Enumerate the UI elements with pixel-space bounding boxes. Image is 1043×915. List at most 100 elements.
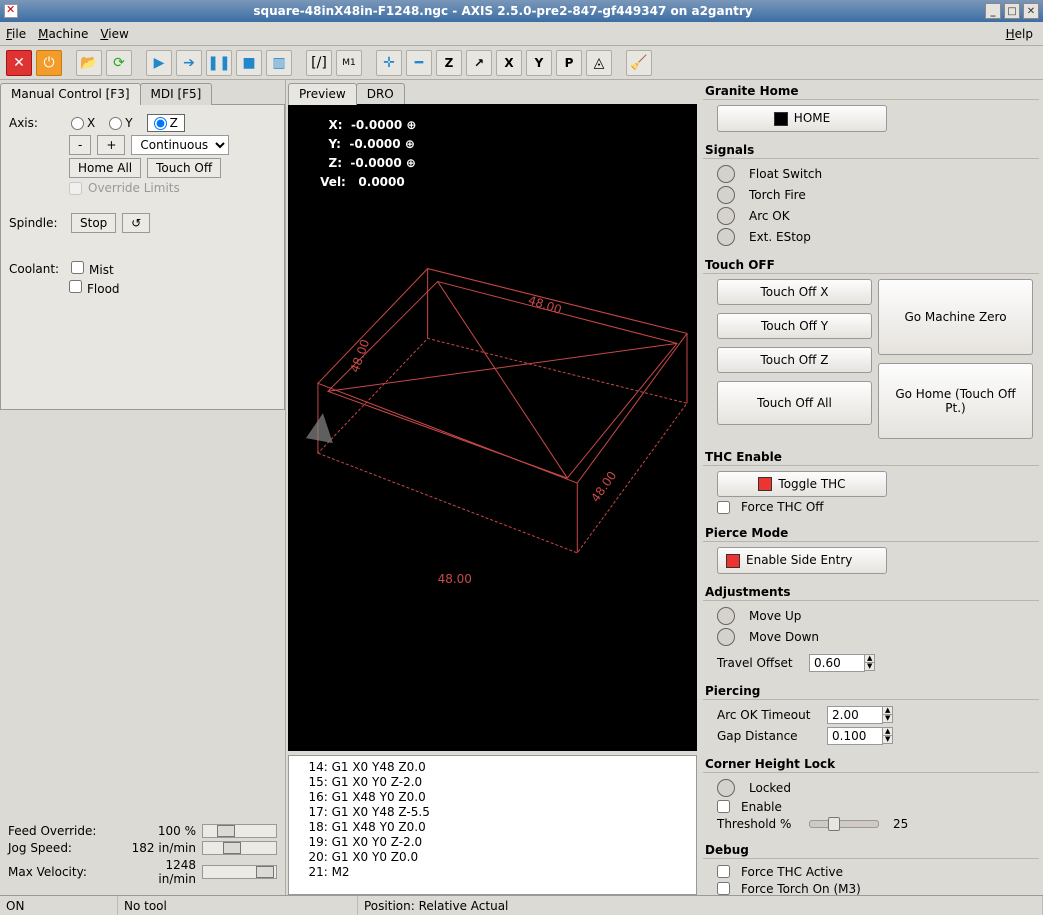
granite-title: Granite Home xyxy=(703,82,1039,100)
arc-timeout[interactable] xyxy=(827,706,883,724)
view-y-button[interactable]: Y xyxy=(526,50,552,76)
debug-title: Debug xyxy=(703,841,1039,859)
override-limits xyxy=(69,182,82,195)
zoom-in-button[interactable]: ✛ xyxy=(376,50,402,76)
mist-check[interactable]: Mist xyxy=(71,261,114,277)
status-pos: Position: Relative Actual xyxy=(358,896,1043,915)
axis-x-radio[interactable]: X xyxy=(71,116,95,130)
maximize-button[interactable]: □ xyxy=(1004,3,1020,19)
jog-plus[interactable]: + xyxy=(97,135,125,155)
view-z-button[interactable]: Z xyxy=(436,50,462,76)
view-z2-button[interactable]: ↗ xyxy=(466,50,492,76)
adjust-title: Adjustments xyxy=(703,583,1039,601)
thc-title: THC Enable xyxy=(703,448,1039,466)
menu-machine[interactable]: Machine xyxy=(38,27,88,41)
block-delete-button[interactable]: [/] xyxy=(306,50,332,76)
axis-label: Axis: xyxy=(9,116,65,130)
threshold-slider[interactable] xyxy=(809,820,879,828)
go-machine-zero[interactable]: Go Machine Zero xyxy=(878,279,1033,355)
axis-y-radio[interactable]: Y xyxy=(109,116,132,130)
touchoff-x[interactable]: Touch Off X xyxy=(717,279,872,305)
menubar: File Machine View Help xyxy=(0,22,1043,46)
tab-preview[interactable]: Preview xyxy=(288,83,357,105)
step-button[interactable]: ➔ xyxy=(176,50,202,76)
zoom-out-button[interactable]: ━ xyxy=(406,50,432,76)
preview-canvas[interactable]: 48.00 48.00 48.00 48.00 X: -0.0000 ⊕ Y: … xyxy=(288,104,697,751)
tab-manual[interactable]: Manual Control [F3] xyxy=(0,83,141,105)
maxv-slider[interactable] xyxy=(202,865,277,879)
stop-button[interactable]: ■ xyxy=(236,50,262,76)
force-thc-off[interactable]: Force THC Off xyxy=(717,500,1033,514)
pierce-title: Pierce Mode xyxy=(703,524,1039,542)
gcode-listing[interactable]: 14: G1 X0 Y48 Z0.0 15: G1 X0 Y0 Z-2.0 16… xyxy=(288,755,697,895)
opt-stop-button[interactable]: M1 xyxy=(336,50,362,76)
jog-slider[interactable] xyxy=(202,841,277,855)
toggle-thc[interactable]: Toggle THC xyxy=(717,471,887,498)
go-home[interactable]: Go Home (Touch Off Pt.) xyxy=(878,363,1033,439)
tab-mdi[interactable]: MDI [F5] xyxy=(140,83,213,105)
tab-dro[interactable]: DRO xyxy=(356,83,405,105)
gap-distance[interactable] xyxy=(827,727,883,745)
estop-led xyxy=(717,228,735,246)
feed-label: Feed Override: xyxy=(8,824,126,838)
piercing-title: Piercing xyxy=(703,682,1039,700)
status-tool: No tool xyxy=(118,896,358,915)
home-all[interactable]: Home All xyxy=(69,158,141,178)
corner-enable[interactable]: Enable xyxy=(717,800,1033,814)
status-on: ON xyxy=(0,896,118,915)
menu-view[interactable]: View xyxy=(100,27,128,41)
force-torch-on[interactable]: Force Torch On (M3) xyxy=(717,882,1033,896)
float-led xyxy=(717,165,735,183)
power-button[interactable]: ⏻ xyxy=(36,50,62,76)
flood-check[interactable]: Flood xyxy=(69,280,120,296)
jog-minus[interactable]: - xyxy=(69,135,91,155)
run-button[interactable]: ▶ xyxy=(146,50,172,76)
signals-title: Signals xyxy=(703,141,1039,159)
spindle-stop[interactable]: Stop xyxy=(71,213,116,233)
touchoff-title: Touch OFF xyxy=(703,256,1039,274)
reload-button[interactable]: ⟳ xyxy=(106,50,132,76)
feed-slider[interactable] xyxy=(202,824,277,838)
jog-label: Jog Speed: xyxy=(8,841,126,855)
minimize-button[interactable]: _ xyxy=(985,3,1001,19)
coolant-label: Coolant: xyxy=(9,262,65,276)
svg-text:48.00: 48.00 xyxy=(588,469,619,505)
statusbar: ON No tool Position: Relative Actual xyxy=(0,895,1043,915)
svg-text:48.00: 48.00 xyxy=(438,572,472,586)
maxv-label: Max Velocity: xyxy=(8,865,126,879)
arcok-led xyxy=(717,207,735,225)
menu-file[interactable]: File xyxy=(6,27,26,41)
touchoff-y[interactable]: Touch Off Y xyxy=(717,313,872,339)
travel-offset[interactable] xyxy=(809,654,865,672)
svg-text:48.00: 48.00 xyxy=(526,293,563,317)
movedown-led xyxy=(717,628,735,646)
clear-plot-button[interactable]: 🧹 xyxy=(626,50,652,76)
estop-button[interactable]: ✕ xyxy=(6,50,32,76)
torch-led xyxy=(717,186,735,204)
force-thc-active[interactable]: Force THC Active xyxy=(717,865,1033,879)
pause-button[interactable]: ❚❚ xyxy=(206,50,232,76)
skip-button[interactable]: ▥ xyxy=(266,50,292,76)
view-rotate-button[interactable]: ◬ xyxy=(586,50,612,76)
dro-readout: X: -0.0000 ⊕ Y: -0.0000 ⊕ Z: -0.0000 ⊕ V… xyxy=(316,114,416,190)
moveup-led xyxy=(717,607,735,625)
home-button[interactable]: HOME xyxy=(717,105,887,132)
close-button[interactable]: ✕ xyxy=(1023,3,1039,19)
touchoff-all[interactable]: Touch Off All xyxy=(717,381,872,425)
axis-z-radio[interactable]: Z xyxy=(147,114,185,132)
open-button[interactable]: 📂 xyxy=(76,50,102,76)
spindle-ccw[interactable]: ↺ xyxy=(122,213,150,233)
svg-text:48.00: 48.00 xyxy=(347,337,372,374)
view-p-button[interactable]: P xyxy=(556,50,582,76)
touchoff-z[interactable]: Touch Off Z xyxy=(717,347,872,373)
view-x-button[interactable]: X xyxy=(496,50,522,76)
window-title: square-48inX48in-F1248.ngc - AXIS 2.5.0-… xyxy=(24,4,982,18)
side-entry[interactable]: Enable Side Entry xyxy=(717,547,887,574)
touch-off[interactable]: Touch Off xyxy=(147,158,221,178)
corner-title: Corner Height Lock xyxy=(703,755,1039,773)
spindle-label: Spindle: xyxy=(9,216,65,230)
locked-led xyxy=(717,779,735,797)
jog-mode[interactable]: Continuous xyxy=(131,135,229,155)
toolbar: ✕ ⏻ 📂 ⟳ ▶ ➔ ❚❚ ■ ▥ [/] M1 ✛ ━ Z ↗ X Y P … xyxy=(0,46,1043,80)
menu-help[interactable]: Help xyxy=(1006,27,1033,41)
